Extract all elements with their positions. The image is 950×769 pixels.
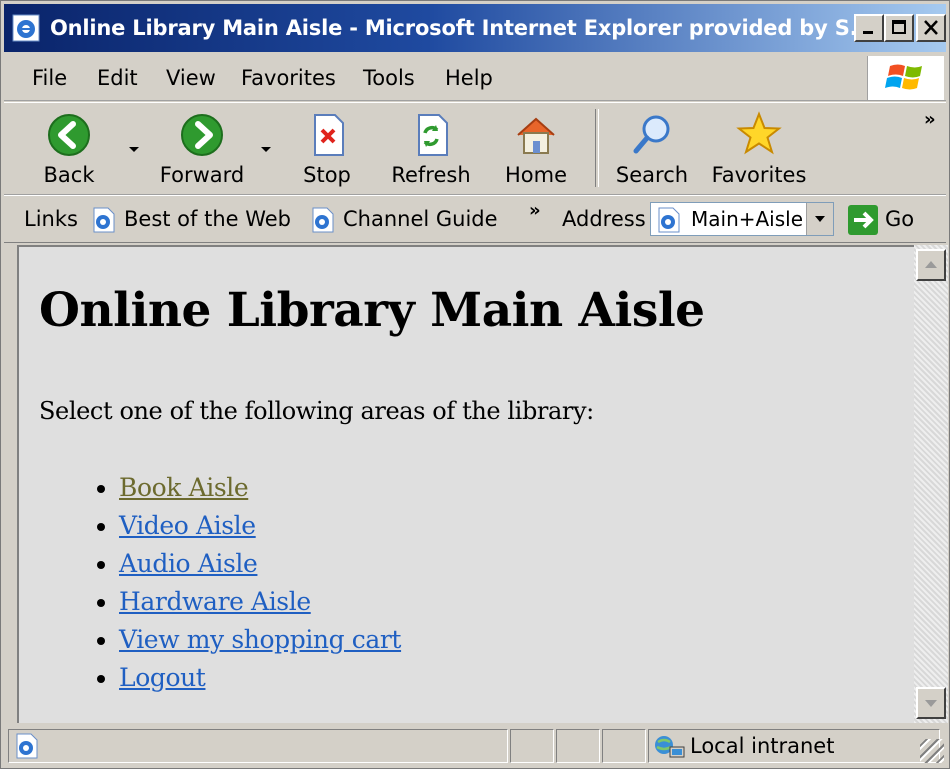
go-arrow-icon bbox=[848, 205, 878, 235]
forward-button[interactable]: Forward bbox=[152, 105, 252, 191]
link-channel-guide[interactable]: Channel Guide bbox=[309, 196, 498, 242]
list-item: Book Aisle bbox=[119, 469, 401, 507]
ie-page-icon bbox=[312, 207, 334, 233]
forward-label: Forward bbox=[159, 163, 245, 187]
minimize-icon bbox=[863, 31, 873, 34]
list-item: Audio Aisle bbox=[119, 545, 401, 583]
stop-button[interactable]: Stop bbox=[294, 105, 360, 191]
hardware-aisle-link[interactable]: Hardware Aisle bbox=[119, 587, 311, 616]
zone-label: Local intranet bbox=[690, 734, 835, 758]
star-icon bbox=[736, 111, 782, 155]
maximize-icon bbox=[892, 20, 906, 34]
list-item: View my shopping cart bbox=[119, 621, 401, 659]
address-dropdown-button[interactable] bbox=[806, 203, 833, 235]
page-heading: Online Library Main Aisle bbox=[39, 283, 705, 338]
menu-help[interactable]: Help bbox=[445, 56, 493, 100]
ie-page-icon bbox=[16, 733, 38, 759]
aisle-list: Book Aisle Video Aisle Audio Aisle Hardw… bbox=[91, 469, 401, 697]
status-panel bbox=[510, 729, 554, 763]
back-button[interactable]: Back bbox=[24, 105, 114, 191]
link-best-of-the-web[interactable]: Best of the Web bbox=[90, 196, 291, 242]
home-icon bbox=[517, 117, 555, 154]
audio-aisle-link[interactable]: Audio Aisle bbox=[119, 549, 258, 578]
refresh-label: Refresh bbox=[391, 163, 471, 187]
menu-bar: File Edit View Favorites Tools Help bbox=[4, 56, 946, 101]
intro-text: Select one of the following areas of the… bbox=[39, 397, 594, 425]
windows-logo bbox=[867, 56, 944, 100]
favorites-button[interactable]: Favorites bbox=[709, 105, 809, 191]
chevron-down-icon bbox=[815, 216, 825, 222]
favorites-label: Favorites bbox=[711, 163, 807, 187]
toolbar-more-chevron[interactable]: » bbox=[924, 109, 936, 130]
resize-grip[interactable] bbox=[920, 739, 944, 763]
scroll-up-arrow-icon bbox=[925, 261, 937, 268]
internet-explorer-icon bbox=[12, 14, 40, 42]
menu-edit[interactable]: Edit bbox=[97, 56, 138, 100]
scroll-down-button[interactable] bbox=[916, 687, 946, 719]
vertical-scrollbar[interactable] bbox=[914, 245, 948, 723]
refresh-icon bbox=[418, 114, 448, 156]
status-panel bbox=[556, 729, 600, 763]
window-title: Online Library Main Aisle - Microsoft In… bbox=[50, 16, 873, 40]
local-intranet-icon bbox=[655, 736, 685, 758]
shopping-cart-link[interactable]: View my shopping cart bbox=[119, 625, 401, 654]
close-icon bbox=[924, 20, 938, 35]
address-value[interactable]: Main+Aisle bbox=[691, 203, 803, 235]
search-icon bbox=[633, 115, 670, 154]
list-item: Video Aisle bbox=[119, 507, 401, 545]
link-label: Best of the Web bbox=[124, 207, 292, 231]
scroll-down-arrow-icon bbox=[925, 700, 937, 707]
close-button[interactable] bbox=[916, 14, 946, 42]
windows-flag-icon bbox=[885, 64, 922, 90]
address-field[interactable]: Main+Aisle bbox=[650, 202, 834, 236]
stop-icon bbox=[314, 114, 344, 156]
menu-tools[interactable]: Tools bbox=[363, 56, 415, 100]
forward-arrow-icon bbox=[181, 114, 223, 156]
ie-page-icon bbox=[93, 207, 115, 233]
back-label: Back bbox=[43, 163, 95, 187]
status-bar: Local intranet bbox=[4, 727, 946, 765]
book-aisle-link[interactable]: Book Aisle bbox=[119, 473, 249, 502]
links-more-chevron[interactable]: » bbox=[529, 200, 541, 221]
standard-toolbar: Back Forward Stop Refresh Home Search Fa… bbox=[4, 102, 946, 195]
title-bar[interactable]: Online Library Main Aisle - Microsoft In… bbox=[4, 4, 946, 52]
list-item: Logout bbox=[119, 659, 401, 697]
go-button[interactable]: Go bbox=[847, 196, 914, 242]
ie-page-icon bbox=[658, 207, 680, 233]
links-label[interactable]: Links bbox=[24, 196, 78, 242]
link-label: Channel Guide bbox=[343, 207, 498, 231]
stop-label: Stop bbox=[303, 163, 351, 187]
scroll-up-button[interactable] bbox=[916, 249, 946, 281]
forward-dropdown-arrow-icon[interactable] bbox=[261, 147, 271, 152]
list-item: Hardware Aisle bbox=[119, 583, 401, 621]
security-zone[interactable]: Local intranet bbox=[652, 729, 834, 763]
menu-file[interactable]: File bbox=[32, 56, 67, 100]
toolbar-separator bbox=[595, 109, 599, 187]
back-dropdown-arrow-icon[interactable] bbox=[129, 147, 139, 152]
address-label: Address bbox=[562, 207, 646, 231]
menu-view[interactable]: View bbox=[166, 56, 216, 100]
page-content: Online Library Main Aisle Select one of … bbox=[17, 245, 914, 723]
logout-link[interactable]: Logout bbox=[119, 663, 206, 692]
status-panel bbox=[602, 729, 646, 763]
back-arrow-icon bbox=[48, 114, 90, 156]
links-address-bar: Links Best of the Web Channel Guide » Ad… bbox=[4, 195, 946, 243]
video-aisle-link[interactable]: Video Aisle bbox=[119, 511, 256, 540]
browser-window: Online Library Main Aisle - Microsoft In… bbox=[0, 0, 950, 769]
refresh-button[interactable]: Refresh bbox=[388, 105, 474, 191]
maximize-button[interactable] bbox=[884, 14, 914, 42]
minimize-button[interactable] bbox=[854, 14, 884, 42]
home-label: Home bbox=[504, 163, 567, 187]
home-button[interactable]: Home bbox=[502, 105, 570, 191]
go-label: Go bbox=[885, 207, 915, 231]
menu-favorites[interactable]: Favorites bbox=[241, 56, 336, 100]
status-text-panel bbox=[8, 729, 508, 763]
search-label: Search bbox=[615, 163, 689, 187]
search-button[interactable]: Search bbox=[614, 105, 690, 191]
